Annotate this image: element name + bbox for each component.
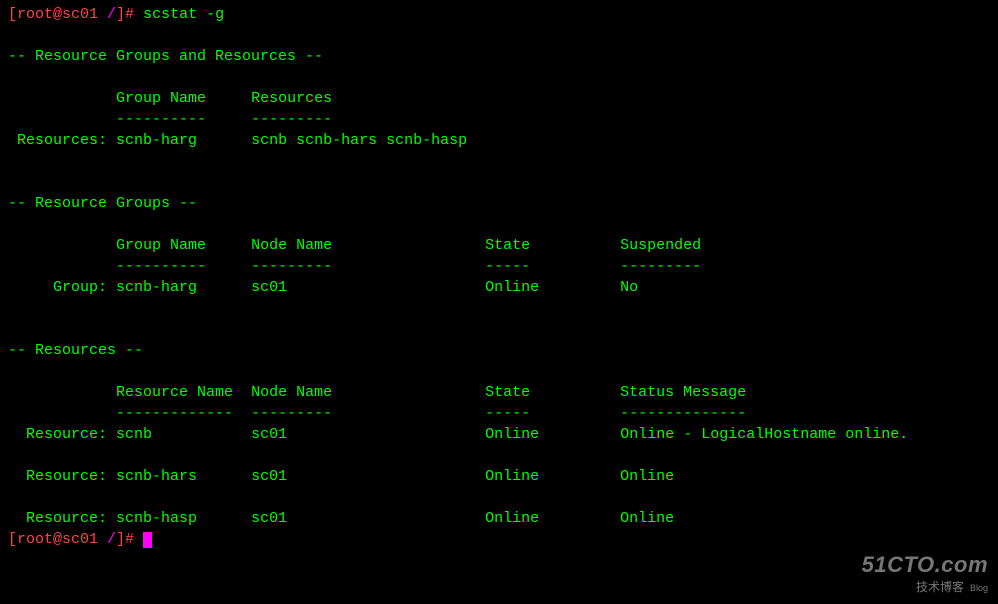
section2-row-col1: scnb-harg xyxy=(116,279,197,296)
section2-col2-header: Node Name xyxy=(251,237,332,254)
section3-row1-label: Resource: xyxy=(8,468,107,485)
section2-col4-underline: --------- xyxy=(620,258,701,275)
section2-col3-underline: ----- xyxy=(485,258,530,275)
section3-col2-header: Node Name xyxy=(251,384,332,401)
section3-col4-underline: -------------- xyxy=(620,405,746,422)
section3-header: -- Resources -- xyxy=(8,342,143,359)
terminal-output: [root@sc01 /]# scstat -g -- Resource Gro… xyxy=(0,0,998,554)
section1-row-col1: scnb-harg xyxy=(116,132,197,149)
section3-col3-header: State xyxy=(485,384,530,401)
section3-row0-label: Resource: xyxy=(8,426,107,443)
section3-row2-col1: scnb-hasp xyxy=(116,510,197,527)
section3-row2-col4: Online xyxy=(620,510,674,527)
section3-row2-label: Resource: xyxy=(8,510,107,527)
prompt-end: ]# xyxy=(116,6,143,23)
section2-row-label: Group: xyxy=(8,279,107,296)
section1-col2-header: Resources xyxy=(251,90,332,107)
command-text: scstat -g xyxy=(143,6,224,23)
section3-row0-col4: Online - LogicalHostname online. xyxy=(620,426,908,443)
section1-row-label: Resources: xyxy=(8,132,107,149)
section2-col2-underline: --------- xyxy=(251,258,332,275)
watermark-line2: 技术博客Blog xyxy=(862,579,988,596)
section2-col3-header: State xyxy=(485,237,530,254)
watermark: 51CTO.com 技术博客Blog xyxy=(862,550,988,596)
prompt2-user-host: [root@sc01 xyxy=(8,531,107,548)
section2-col1-header: Group Name xyxy=(116,237,206,254)
section1-col1-underline: ---------- xyxy=(116,111,206,128)
section2-row-col4: No xyxy=(620,279,638,296)
section3-row1-col2: sc01 xyxy=(251,468,287,485)
section1-col1-header: Group Name xyxy=(116,90,206,107)
section3-row0-col2: sc01 xyxy=(251,426,287,443)
section3-row2-col3: Online xyxy=(485,510,539,527)
section3-col1-underline: ------------- xyxy=(116,405,233,422)
section3-row0-col1: scnb xyxy=(116,426,152,443)
section1-header: -- Resource Groups and Resources -- xyxy=(8,48,323,65)
section1-col2-underline: --------- xyxy=(251,111,332,128)
prompt-user-host: [root@sc01 xyxy=(8,6,107,23)
section3-col2-underline: --------- xyxy=(251,405,332,422)
section2-col4-header: Suspended xyxy=(620,237,701,254)
section3-col1-header: Resource Name xyxy=(116,384,233,401)
section3-row1-col4: Online xyxy=(620,468,674,485)
section2-col1-underline: ---------- xyxy=(116,258,206,275)
section2-header: -- Resource Groups -- xyxy=(8,195,197,212)
section3-row1-col1: scnb-hars xyxy=(116,468,197,485)
section3-row0-col3: Online xyxy=(485,426,539,443)
section3-row1-col3: Online xyxy=(485,468,539,485)
cursor[interactable] xyxy=(143,532,152,548)
section3-col3-underline: ----- xyxy=(485,405,530,422)
prompt2-end: ]# xyxy=(116,531,143,548)
prompt2-path: / xyxy=(107,531,116,548)
prompt-path: / xyxy=(107,6,116,23)
section2-row-col3: Online xyxy=(485,279,539,296)
watermark-line1: 51CTO.com xyxy=(862,550,988,581)
section1-row-col2: scnb scnb-hars scnb-hasp xyxy=(251,132,467,149)
section3-row2-col2: sc01 xyxy=(251,510,287,527)
section2-row-col2: sc01 xyxy=(251,279,287,296)
section3-col4-header: Status Message xyxy=(620,384,746,401)
